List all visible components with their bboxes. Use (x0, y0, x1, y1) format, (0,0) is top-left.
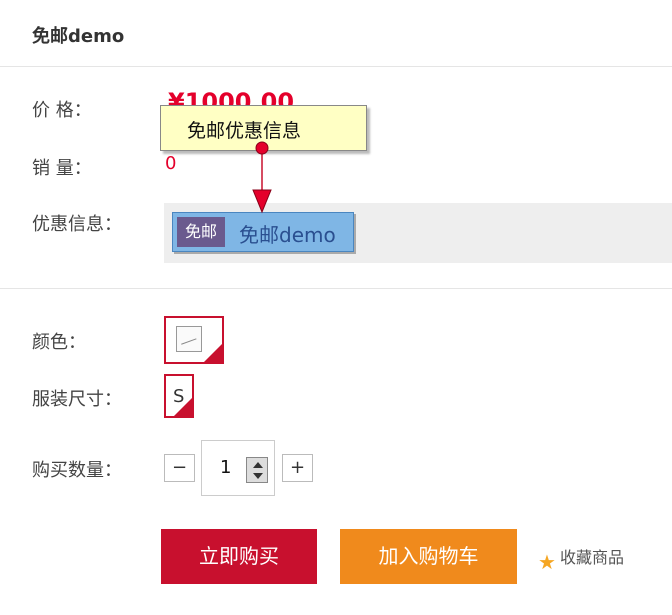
buy-now-button[interactable]: 立即购买 (161, 529, 317, 584)
price-label: 价 格： (32, 100, 92, 121)
star-icon: ★ (538, 550, 556, 574)
size-label: 服装尺寸： (32, 389, 122, 410)
selected-check-icon (204, 344, 222, 362)
promo-tooltip: 免邮优惠信息 (160, 105, 367, 151)
selected-check-icon (174, 398, 192, 416)
quantity-decrease-button[interactable]: − (164, 454, 195, 482)
spin-up-icon[interactable] (253, 462, 263, 468)
divider-middle (0, 288, 672, 289)
quantity-stepper[interactable]: 1 (201, 440, 275, 496)
promo-text: 免邮demo (239, 223, 336, 247)
tooltip-pointer-icon (252, 141, 272, 214)
quantity-value: 1 (220, 457, 232, 478)
image-placeholder-icon (176, 326, 202, 352)
quantity-label: 购买数量： (32, 460, 122, 481)
sales-label: 销 量： (32, 158, 92, 179)
product-title: 免邮demo (32, 26, 125, 47)
sales-value: 0 (165, 153, 177, 174)
promo-label: 优惠信息： (32, 214, 122, 235)
quantity-increase-button[interactable]: + (282, 454, 313, 482)
favorite-label: 收藏商品 (559, 548, 624, 567)
color-label: 颜色： (32, 332, 86, 353)
spinner-arrows-icon[interactable] (246, 457, 268, 483)
spin-down-icon[interactable] (253, 473, 263, 479)
color-swatch-selected[interactable] (164, 316, 224, 364)
divider-top (0, 66, 672, 67)
favorite-link[interactable]: ★ 收藏商品 (538, 544, 624, 574)
promo-tag[interactable]: 免邮 免邮demo (172, 212, 354, 252)
add-to-cart-button[interactable]: 加入购物车 (340, 529, 517, 584)
promo-badge: 免邮 (177, 217, 226, 247)
tooltip-text: 免邮优惠信息 (187, 120, 302, 142)
size-option-s[interactable]: S (164, 374, 194, 418)
